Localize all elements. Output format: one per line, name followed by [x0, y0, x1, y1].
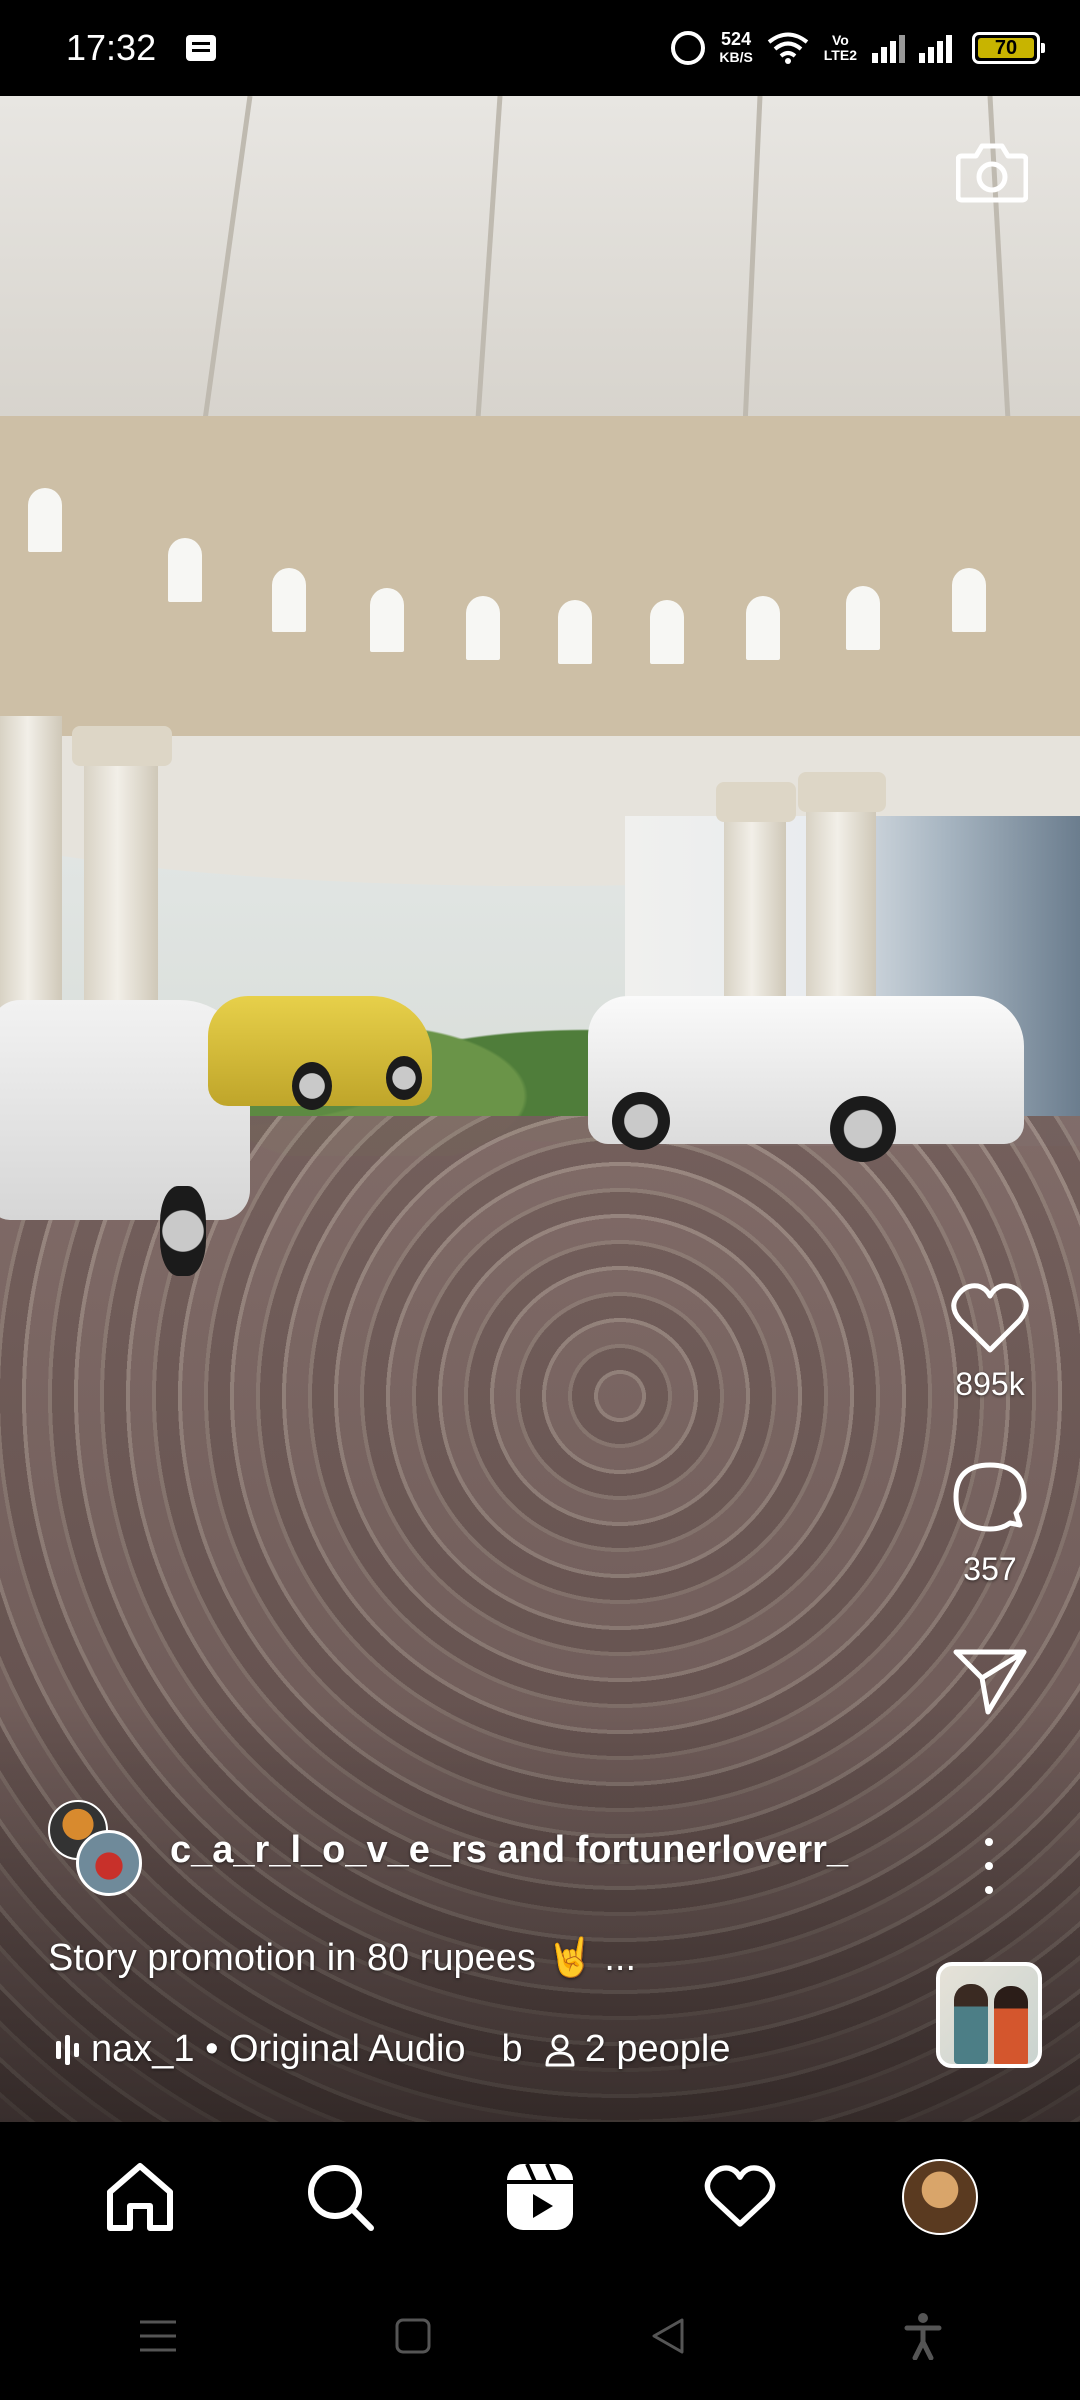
profile-avatar [902, 2159, 978, 2235]
thumbnail-person [954, 1984, 988, 2064]
nav-activity[interactable] [690, 2147, 790, 2247]
home-icon [107, 2163, 173, 2231]
collab-avatars[interactable] [48, 1800, 152, 1900]
signal-icon [872, 33, 905, 63]
video-column-capital [798, 772, 886, 812]
video-window [466, 596, 500, 660]
nav-search[interactable] [290, 2147, 390, 2247]
status-time: 17:32 [66, 27, 157, 68]
share-action [952, 1646, 1028, 1716]
video-wheel [612, 1092, 670, 1150]
system-nav [0, 2272, 1080, 2400]
system-accessibility-button[interactable] [883, 2296, 963, 2376]
activity-heart-icon [704, 2165, 776, 2227]
system-menu-button[interactable] [118, 2296, 198, 2376]
like-count[interactable]: 895k [955, 1366, 1024, 1403]
author-row: c_a_r_l_o_v_e_rs and fortunerloverr_ [48, 1800, 848, 1900]
network-speed: 524 KB/S [719, 30, 752, 66]
comment-icon[interactable] [950, 1459, 1030, 1539]
audio-title[interactable]: nax_1 • Original Audio [91, 2028, 466, 2071]
video-window [650, 600, 684, 664]
nav-home[interactable] [90, 2147, 190, 2247]
signal-icon [919, 33, 952, 63]
video-window [558, 600, 592, 664]
author-name[interactable]: c_a_r_l_o_v_e_rs and fortunerloverr_ [170, 1829, 848, 1872]
battery-level: 70 [978, 37, 1034, 59]
system-home-button[interactable] [373, 2296, 453, 2376]
audio-row: nax_1 • Original Audio b 2 people [56, 2028, 731, 2071]
menu-icon [139, 2320, 176, 2352]
network-speed-value: 524 [721, 29, 752, 49]
status-icons: 524 KB/S Vo LTE2 70 [671, 30, 1045, 66]
avatar[interactable] [76, 1830, 142, 1896]
message-icon [186, 35, 217, 61]
volte-bottom: LTE2 [823, 47, 857, 63]
nav-profile[interactable] [890, 2147, 990, 2247]
volte-top: Vo [831, 32, 849, 48]
person-icon [545, 2034, 575, 2066]
thumbnail-person [994, 1986, 1028, 2064]
send-icon[interactable] [952, 1646, 1028, 1716]
video-wheel [830, 1096, 896, 1162]
back-icon [652, 2318, 683, 2354]
comment-count[interactable]: 357 [963, 1551, 1016, 1588]
search-icon [308, 2165, 374, 2231]
video-wheel [160, 1186, 206, 1276]
video-window [370, 588, 404, 652]
video-wheel [292, 1062, 332, 1110]
like-action: 895k [950, 1282, 1030, 1403]
network-speed-unit: KB/S [719, 49, 753, 65]
status-bar: 17:32 524 KB/S Vo LTE2 70 [0, 0, 1080, 96]
volte-icon: Vo LTE2 [823, 32, 858, 64]
reel-actions: 895k 357 [928, 1282, 1052, 1716]
accessibility-icon [904, 2313, 941, 2360]
video-wheel [386, 1056, 422, 1100]
wifi-icon [767, 32, 809, 64]
more-options-icon[interactable] [974, 1838, 1004, 1894]
heart-icon[interactable] [950, 1282, 1030, 1354]
home-square-icon [395, 2318, 430, 2354]
audio-bars-icon [56, 2034, 79, 2065]
nav-reels[interactable] [490, 2147, 590, 2247]
system-back-button[interactable] [628, 2296, 708, 2376]
video-column-capital [72, 726, 172, 766]
reels-icon [507, 2163, 573, 2230]
audio-thumbnail[interactable] [936, 1962, 1042, 2068]
tagged-people[interactable]: 2 people [585, 2028, 731, 2071]
battery-icon: 70 [972, 32, 1045, 64]
video-window [28, 488, 62, 552]
video-window [846, 586, 880, 650]
audio-extra: b [501, 2028, 523, 2070]
bottom-nav [0, 2122, 1080, 2272]
video-window [746, 596, 780, 660]
video-window [952, 568, 986, 632]
video-window [272, 568, 306, 632]
video-column-capital [716, 782, 796, 822]
video-window [168, 538, 202, 602]
comment-action: 357 [950, 1459, 1030, 1588]
camera-icon[interactable] [956, 140, 1028, 204]
alarm-icon [671, 31, 706, 65]
reel-caption[interactable]: Story promotion in 80 rupees 🤘 ... [48, 1936, 636, 1980]
